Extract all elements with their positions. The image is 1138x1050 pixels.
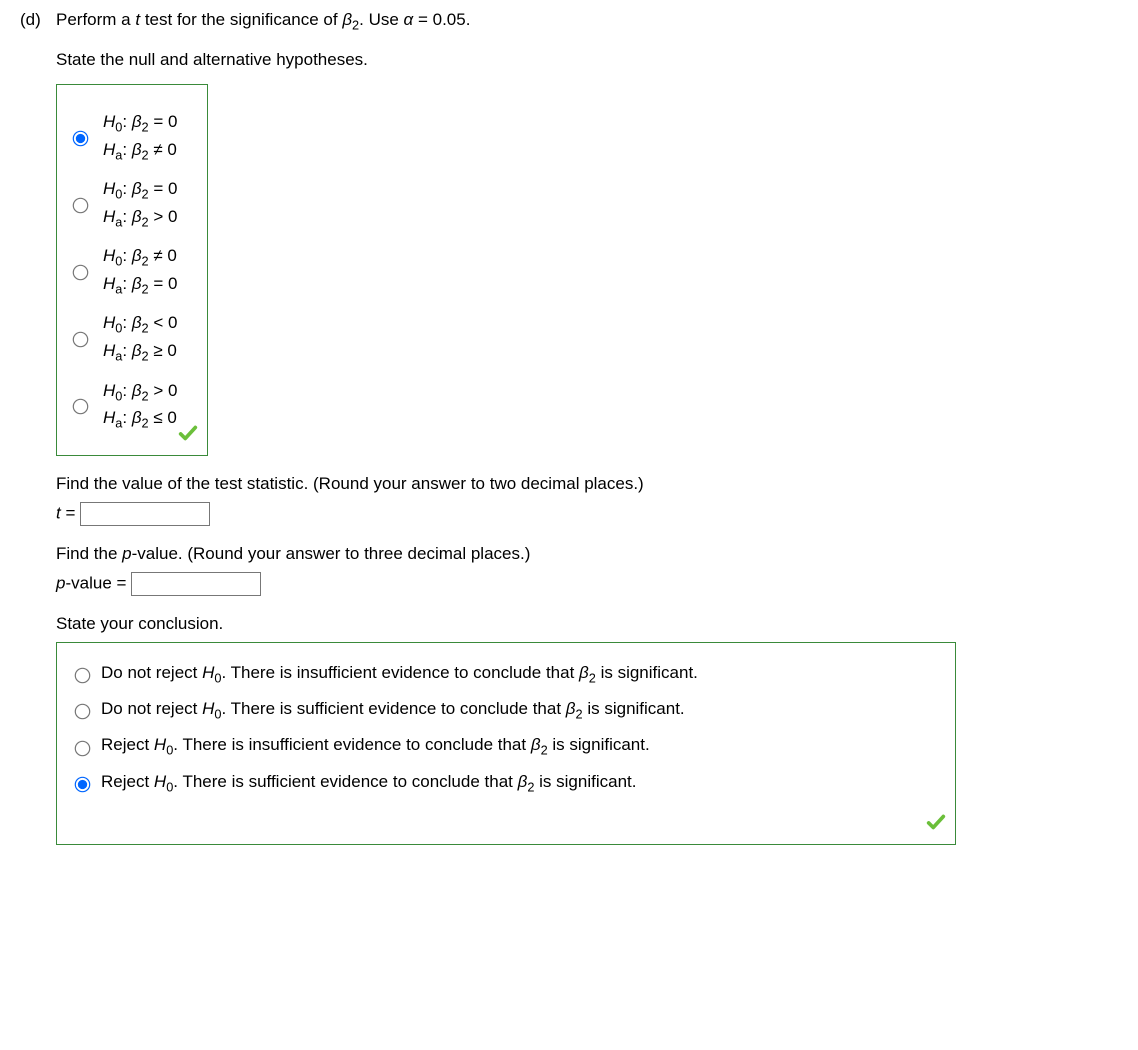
text: . Use — [359, 10, 403, 29]
state-conclusion-label: State your conclusion. — [56, 614, 1120, 634]
hypothesis-option-1-radio[interactable] — [73, 131, 89, 147]
hypothesis-option-3-label: H0: β2 ≠ 0 Ha: β2 = 0 — [103, 243, 177, 298]
find-p-value-label: Find the p-value. (Round your answer to … — [56, 544, 1120, 564]
checkmark-icon — [177, 422, 199, 449]
hypotheses-group: H0: β2 = 0 Ha: β2 ≠ 0 H0: β2 = 0 Ha: β2 … — [56, 84, 208, 455]
checkmark-icon — [925, 811, 947, 838]
conclusion-option-3-radio[interactable] — [75, 740, 91, 756]
beta: β — [342, 10, 352, 29]
text: = 0.05. — [413, 10, 470, 29]
p-value-input-row: p-value = — [56, 572, 1120, 596]
t-label-eq: = — [61, 503, 80, 522]
p-var: p — [122, 544, 131, 563]
conclusion-option-1-label: Do not reject H0. There is insufficient … — [101, 663, 698, 685]
conclusion-option-4-label: Reject H0. There is sufficient evidence … — [101, 772, 636, 794]
text: test for the significance of — [140, 10, 342, 29]
p-label-eq: -value = — [65, 573, 131, 592]
p-value-input[interactable] — [131, 572, 261, 596]
alpha: α — [404, 10, 414, 29]
conclusion-option-1-radio[interactable] — [75, 667, 91, 683]
question-prompt: Perform a t test for the significance of… — [56, 10, 470, 32]
conclusion-option-2-label: Do not reject H0. There is sufficient ev… — [101, 699, 685, 721]
hypothesis-option-2-radio[interactable] — [73, 198, 89, 214]
hypothesis-option-5-radio[interactable] — [73, 399, 89, 415]
conclusion-group: Do not reject H0. There is insufficient … — [56, 642, 956, 846]
find-test-statistic-label: Find the value of the test statistic. (R… — [56, 474, 1120, 494]
hypothesis-option-3-radio[interactable] — [73, 265, 89, 281]
hypothesis-option-1-label: H0: β2 = 0 Ha: β2 ≠ 0 — [103, 109, 177, 164]
t-value-input[interactable] — [80, 502, 210, 526]
text: Perform a — [56, 10, 135, 29]
hypothesis-option-2-label: H0: β2 = 0 Ha: β2 > 0 — [103, 176, 177, 231]
part-label: (d) — [20, 10, 56, 30]
text: -value. (Round your answer to three deci… — [132, 544, 531, 563]
state-hypotheses-label: State the null and alternative hypothese… — [56, 50, 1120, 70]
conclusion-option-3-label: Reject H0. There is insufficient evidenc… — [101, 735, 650, 757]
text: Find the — [56, 544, 122, 563]
hypothesis-option-5-label: H0: β2 > 0 Ha: β2 ≤ 0 — [103, 378, 177, 433]
conclusion-option-2-radio[interactable] — [75, 704, 91, 720]
t-input-row: t = — [56, 502, 1120, 526]
hypothesis-option-4-radio[interactable] — [73, 332, 89, 348]
conclusion-option-4-radio[interactable] — [75, 777, 91, 793]
hypothesis-option-4-label: H0: β2 < 0 Ha: β2 ≥ 0 — [103, 310, 177, 365]
